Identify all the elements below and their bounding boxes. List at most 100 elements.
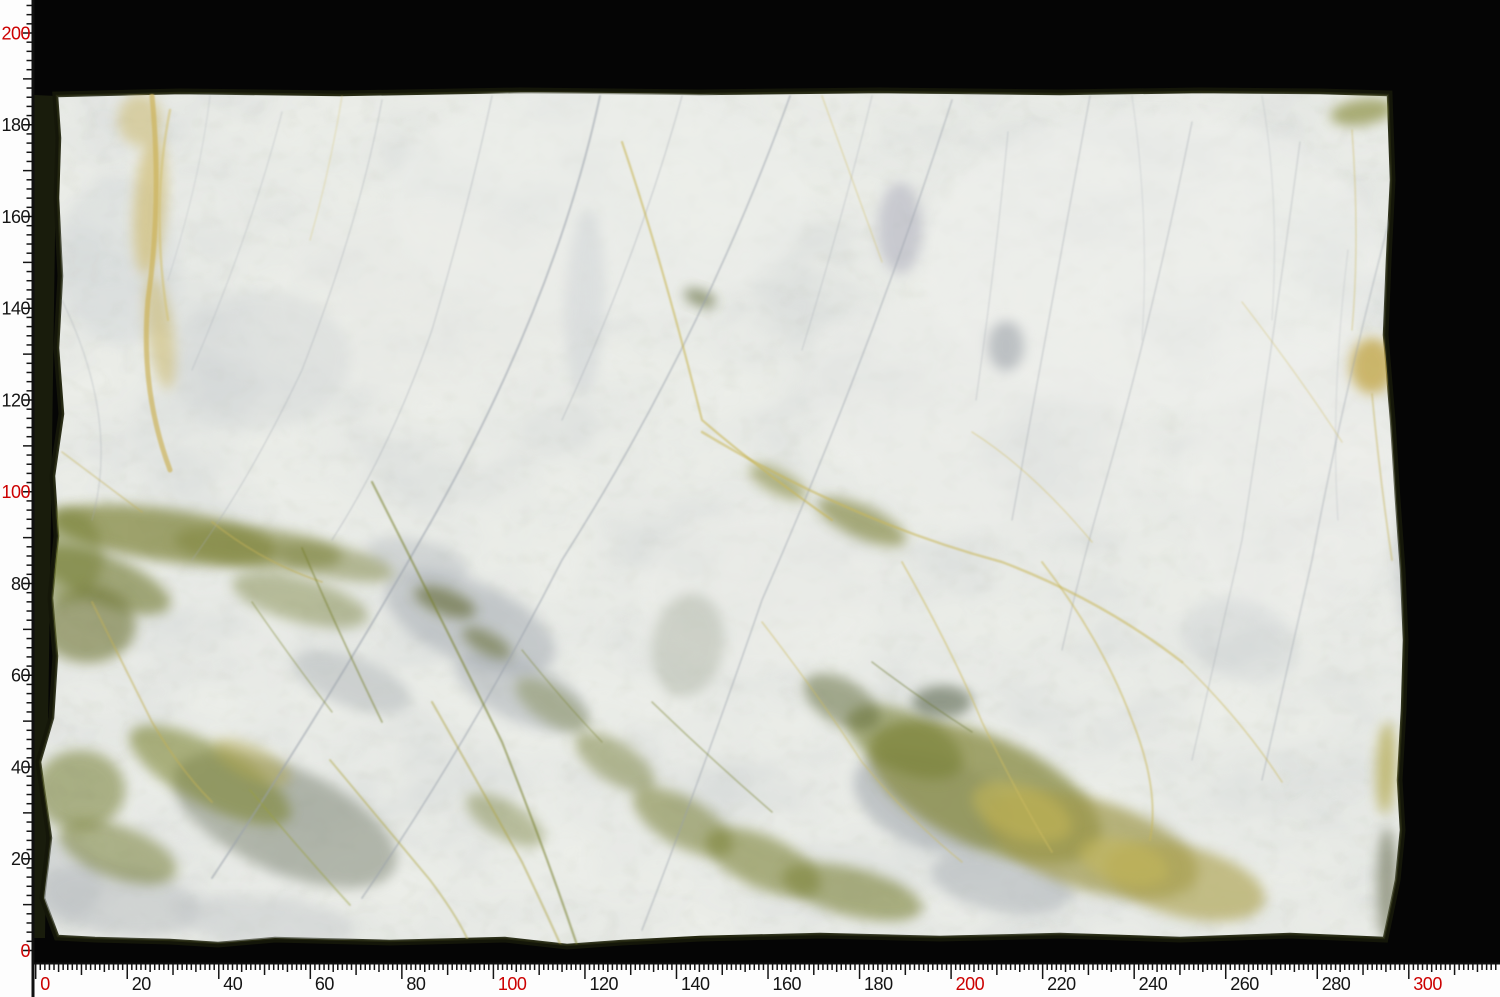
bottom-ruler-tick [795,965,797,971]
bottom-ruler-tick [1445,965,1447,971]
bottom-ruler-tick [296,965,298,971]
bottom-ruler-tick [1037,965,1039,971]
left-ruler-tick [27,5,32,7]
bottom-ruler-tick [1079,965,1081,971]
bottom-ruler-tick [213,965,215,971]
left-ruler-tick [27,702,32,704]
bottom-ruler-tick [859,965,861,980]
bottom-ruler-tick [497,965,499,971]
mineral-patch [170,290,350,430]
bottom-ruler-tick [639,965,641,971]
bottom-ruler-tick [1239,965,1241,971]
left-ruler-tick [27,638,32,640]
bottom-ruler-tick [392,965,394,971]
bottom-ruler-tick [397,965,399,971]
bottom-ruler-tick [525,965,527,971]
left-ruler-label: 80 [11,574,31,594]
left-ruler-axis-line [32,0,35,997]
bottom-ruler-tick [447,965,449,976]
bottom-ruler-tick [1298,965,1300,971]
bottom-ruler-tick [927,965,929,973]
bottom-ruler-tick [1408,965,1410,980]
bottom-ruler-tick [209,965,211,971]
left-ruler-tick [23,537,32,539]
bottom-ruler-label: 20 [132,974,152,994]
bottom-ruler-tick [625,965,627,971]
bottom-ruler-tick [1133,965,1135,980]
bottom-ruler-tick [328,965,330,971]
bottom-ruler-tick [516,965,518,973]
left-ruler-tick [27,693,32,695]
bottom-ruler-label: 80 [406,974,426,994]
bottom-ruler-tick [374,965,376,971]
left-ruler: 200180160140120100806040200 [0,0,35,997]
bottom-ruler-tick [1069,965,1071,971]
bottom-ruler-tick [145,965,147,971]
bottom-ruler-tick [90,965,92,971]
left-ruler-tick [27,418,32,420]
bottom-ruler-tick [264,965,266,976]
bottom-ruler-tick [1083,965,1085,971]
slab-scan-viewport: 200180160140120100806040200 020406080100… [0,0,1500,997]
bottom-ruler-tick [1175,965,1177,971]
left-ruler-tick [27,454,32,456]
left-ruler-tick [27,335,32,337]
bottom-ruler-tick [841,965,843,971]
bottom-ruler-tick [616,965,618,971]
bottom-ruler-tick [1207,965,1209,971]
left-ruler-tick [27,87,32,89]
bottom-ruler-tick [1280,965,1282,971]
bottom-ruler-tick [1202,965,1204,973]
bottom-ruler-tick [781,965,783,971]
bottom-ruler-tick [932,965,934,971]
bottom-ruler-tick [717,965,719,971]
bottom-ruler-tick [1440,965,1442,971]
left-ruler-tick [23,812,32,814]
bottom-ruler-tick [708,965,710,971]
bottom-ruler-tick [506,965,508,971]
bottom-ruler-tick [163,965,165,971]
bottom-ruler-tick [1170,965,1172,971]
bottom-ruler-tick [470,965,472,973]
bottom-ruler-tick [1165,965,1167,971]
bottom-ruler-tick [104,965,106,973]
left-ruler-tick [27,913,32,915]
left-ruler-label: 20 [11,849,31,869]
bottom-ruler-tick [369,965,371,971]
left-ruler-tick [27,730,32,732]
bottom-ruler-tick [250,965,252,971]
bottom-ruler-tick [1220,965,1222,971]
bottom-ruler-tick [818,965,820,971]
bottom-ruler-tick [1005,965,1007,971]
bottom-ruler-tick [223,965,225,971]
bottom-ruler-tick [1014,965,1016,971]
bottom-ruler-tick [886,965,888,971]
bottom-ruler-tick [1321,965,1323,971]
bottom-ruler-tick [200,965,202,971]
bottom-ruler-label: 140 [681,974,710,994]
bottom-ruler-tick [1381,965,1383,971]
bottom-ruler-tick [960,965,962,971]
bottom-ruler-tick [969,965,971,971]
bottom-ruler-tick [1225,965,1227,980]
bottom-ruler-tick [964,965,966,971]
bottom-ruler-tick [978,965,980,971]
bottom-ruler-tick [1486,965,1488,971]
bottom-ruler-tick [1472,965,1474,971]
bottom-ruler-tick [621,965,623,971]
bottom-ruler-tick [305,965,307,971]
bottom-ruler-tick [1129,965,1131,971]
bottom-ruler-tick [1403,965,1405,971]
bottom-ruler-tick [1106,965,1108,971]
left-ruler-tick [27,463,32,465]
bottom-ruler-tick [1385,965,1387,973]
bottom-ruler-tick [744,965,746,973]
bottom-ruler-tick [159,965,161,971]
bottom-ruler-tick [1243,965,1245,971]
left-ruler-tick [27,372,32,374]
bottom-ruler-tick [273,965,275,971]
bottom-ruler-tick [548,965,550,971]
bottom-ruler-tick [676,965,678,980]
bottom-ruler-tick [1101,965,1103,971]
bottom-ruler-tick [593,965,595,971]
